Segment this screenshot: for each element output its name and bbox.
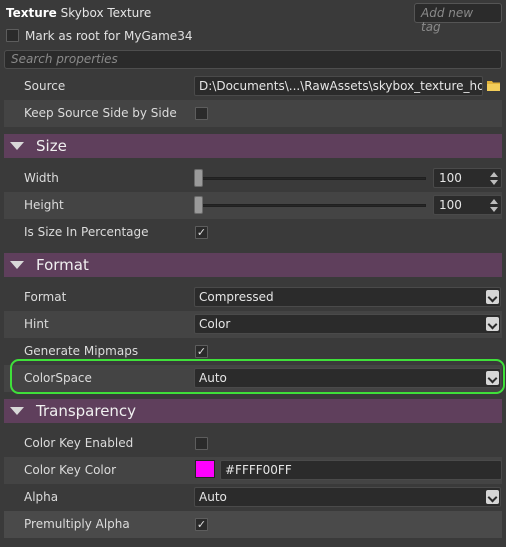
- mark-root-label: Mark as root for MyGame34: [25, 29, 193, 43]
- colorkey-color-label: Color Key Color: [24, 463, 117, 477]
- checkmark-icon: ✓: [196, 345, 207, 358]
- colorkey-enabled-checkbox[interactable]: [195, 437, 208, 450]
- hint-label: Hint: [24, 317, 49, 331]
- spin-down-icon[interactable]: [490, 207, 498, 212]
- property-row-premultiply: Premultiply Alpha ✓: [4, 511, 502, 538]
- format-value: Compressed: [199, 290, 274, 304]
- asset-type-label: Texture: [6, 6, 57, 20]
- chevron-down-icon[interactable]: [486, 317, 499, 331]
- size-percentage-label: Is Size In Percentage: [24, 225, 149, 239]
- alpha-value: Auto: [199, 490, 227, 504]
- spin-up-icon[interactable]: [490, 199, 498, 204]
- property-row-height: Height 100: [4, 192, 502, 219]
- format-dropdown[interactable]: Compressed: [194, 287, 501, 307]
- chevron-down-icon[interactable]: [486, 490, 499, 504]
- color-swatch[interactable]: [195, 460, 215, 478]
- folder-icon[interactable]: [487, 79, 500, 91]
- height-slider-track[interactable]: [198, 204, 426, 207]
- hint-value: Color: [199, 317, 231, 331]
- width-slider-track[interactable]: [198, 177, 426, 180]
- property-row-width: Width 100: [4, 165, 502, 192]
- height-label: Height: [24, 198, 64, 212]
- chevron-down-icon[interactable]: [486, 290, 499, 304]
- width-spinbox[interactable]: 100: [433, 168, 502, 188]
- property-row-colorkey-color: Color Key Color #FFFF00FF: [4, 457, 502, 484]
- mipmaps-label: Generate Mipmaps: [24, 344, 139, 358]
- asset-title: Texture Skybox Texture: [6, 6, 151, 20]
- triangle-down-icon: [10, 142, 24, 150]
- checkmark-icon: ✓: [196, 226, 207, 239]
- spin-up-icon[interactable]: [490, 172, 498, 177]
- asset-name: Skybox Texture: [60, 6, 152, 20]
- keep-source-label: Keep Source Side by Side: [24, 106, 177, 120]
- width-label: Width: [24, 171, 59, 185]
- property-row-keep-source: Keep Source Side by Side: [4, 100, 502, 127]
- section-size-title: Size: [36, 137, 67, 155]
- search-properties-input[interactable]: Search properties: [4, 50, 502, 69]
- keep-source-checkbox[interactable]: [195, 107, 208, 120]
- height-value: 100: [439, 198, 462, 212]
- premultiply-label: Premultiply Alpha: [24, 517, 130, 531]
- spin-down-icon[interactable]: [490, 180, 498, 185]
- triangle-down-icon: [10, 407, 24, 415]
- section-transparency[interactable]: Transparency: [4, 399, 502, 423]
- property-row-format: Format Compressed: [4, 284, 502, 311]
- mipmaps-checkbox[interactable]: ✓: [195, 345, 208, 358]
- add-tag-input[interactable]: Add new tag: [414, 3, 502, 34]
- width-slider-thumb[interactable]: [194, 169, 203, 187]
- source-path-field[interactable]: D:\Documents\...\RawAssets\skybox_textur…: [194, 76, 483, 96]
- checkmark-icon: ✓: [196, 518, 207, 531]
- section-format[interactable]: Format: [4, 253, 502, 277]
- alpha-label: Alpha: [24, 490, 59, 504]
- property-row-hint: Hint Color: [4, 311, 502, 338]
- width-value: 100: [439, 171, 462, 185]
- alpha-dropdown[interactable]: Auto: [194, 487, 501, 507]
- property-row-colorkey-enabled: Color Key Enabled: [4, 430, 502, 457]
- section-size[interactable]: Size: [4, 134, 502, 158]
- hint-dropdown[interactable]: Color: [194, 314, 501, 334]
- height-spinbox[interactable]: 100: [433, 195, 502, 215]
- section-format-title: Format: [36, 256, 89, 274]
- colorspace-highlight-outline: [10, 359, 505, 394]
- premultiply-checkbox[interactable]: ✓: [195, 518, 208, 531]
- property-row-size-percentage: Is Size In Percentage ✓: [4, 219, 502, 246]
- section-transparency-title: Transparency: [36, 402, 137, 420]
- colorkey-enabled-label: Color Key Enabled: [24, 436, 134, 450]
- colorkey-hex-field[interactable]: #FFFF00FF: [220, 460, 502, 480]
- triangle-down-icon: [10, 261, 24, 269]
- property-row-source: Source D:\Documents\...\RawAssets\skybox…: [4, 73, 502, 100]
- mark-root-checkbox[interactable]: [6, 29, 19, 42]
- format-label: Format: [24, 290, 67, 304]
- height-slider-thumb[interactable]: [194, 196, 203, 214]
- size-percentage-checkbox[interactable]: ✓: [195, 226, 208, 239]
- property-row-alpha: Alpha Auto: [4, 484, 502, 511]
- source-label: Source: [24, 79, 66, 93]
